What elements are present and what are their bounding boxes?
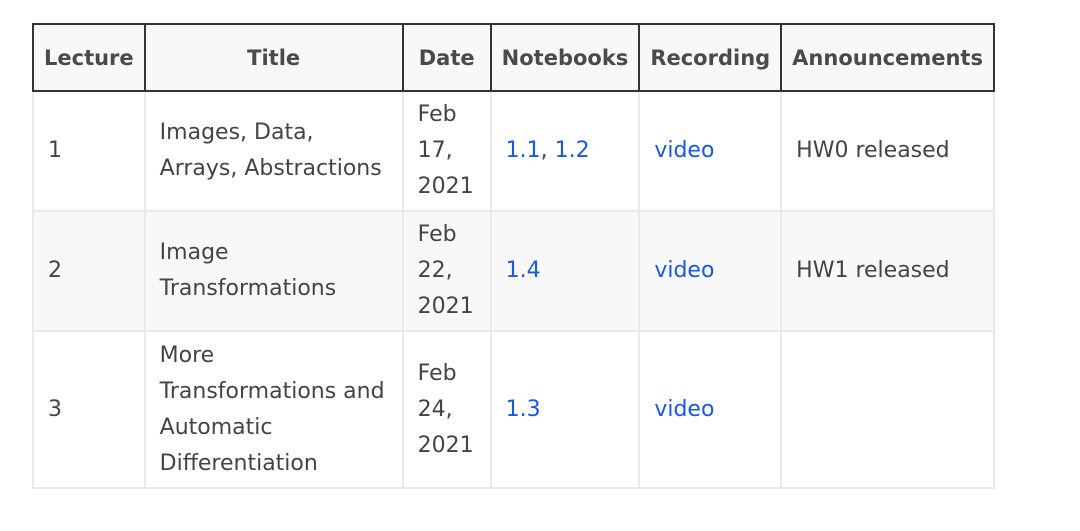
title-line: Transformations and <box>159 378 385 404</box>
lecture-announcement <box>780 330 995 489</box>
lecture-notebooks: 1.1, 1.2 <box>489 90 641 212</box>
date-month: Feb <box>417 102 457 127</box>
lecture-date: Feb 17, 2021 <box>401 90 492 212</box>
header-lecture: Lecture <box>32 23 146 92</box>
notebook-link[interactable]: 1.2 <box>555 138 590 163</box>
notebook-link[interactable]: 1.1 <box>506 138 541 163</box>
notebook-link[interactable]: 1.3 <box>506 397 541 422</box>
video-link[interactable]: video <box>654 258 714 283</box>
header-title: Title <box>143 23 404 92</box>
title-line: More <box>159 342 215 368</box>
date-year: 2021 <box>417 174 474 199</box>
date-year: 2021 <box>417 432 474 458</box>
lecture-date: Feb 24, 2021 <box>401 330 492 489</box>
lecture-schedule-table: Lecture Title Date Notebooks Recording A… <box>32 23 995 489</box>
lecture-title: Images, Data, Arrays, Abstractions <box>143 90 404 212</box>
lecture-number: 3 <box>32 330 146 489</box>
date-day: 22, <box>417 258 453 283</box>
lecture-title: Image Transformations <box>143 210 404 332</box>
title-line: Automatic <box>159 414 273 440</box>
title-line: Images, Data, <box>159 120 314 145</box>
title-line: Image <box>159 240 229 265</box>
header-date: Date <box>401 23 492 92</box>
header-notebooks: Notebooks <box>489 23 641 92</box>
date-month: Feb <box>417 360 457 386</box>
date-day: 17, <box>417 138 453 163</box>
lecture-title: More Transformations and Automatic Diffe… <box>143 330 404 489</box>
lecture-recording: video <box>638 210 783 332</box>
notebook-link[interactable]: 1.4 <box>506 258 541 283</box>
video-link[interactable]: video <box>654 138 714 163</box>
table-row: 3 More Transformations and Automatic Dif… <box>32 330 995 489</box>
lecture-number: 2 <box>32 210 146 332</box>
title-line: Transformations <box>159 276 337 301</box>
lecture-notebooks: 1.4 <box>489 210 641 332</box>
header-recording: Recording <box>638 23 783 92</box>
table-row: 2 Image Transformations Feb 22, 2021 1.4… <box>32 210 995 332</box>
lecture-recording: video <box>638 330 783 489</box>
video-link[interactable]: video <box>654 397 714 422</box>
notebook-separator: , <box>540 138 555 163</box>
lecture-announcement: HW1 released <box>780 210 995 332</box>
lecture-date: Feb 22, 2021 <box>401 210 492 332</box>
header-announcements: Announcements <box>780 23 995 92</box>
lecture-number: 1 <box>32 90 146 212</box>
title-line: Arrays, Abstractions <box>159 156 382 181</box>
date-day: 24, <box>417 396 453 422</box>
lecture-notebooks: 1.3 <box>489 330 641 489</box>
lecture-announcement: HW0 released <box>780 90 995 212</box>
lecture-recording: video <box>638 90 783 212</box>
title-line: Differentiation <box>159 450 318 476</box>
table-row: 1 Images, Data, Arrays, Abstractions Feb… <box>32 90 995 212</box>
date-month: Feb <box>417 222 457 247</box>
date-year: 2021 <box>417 294 474 319</box>
table-header-row: Lecture Title Date Notebooks Recording A… <box>32 23 995 92</box>
